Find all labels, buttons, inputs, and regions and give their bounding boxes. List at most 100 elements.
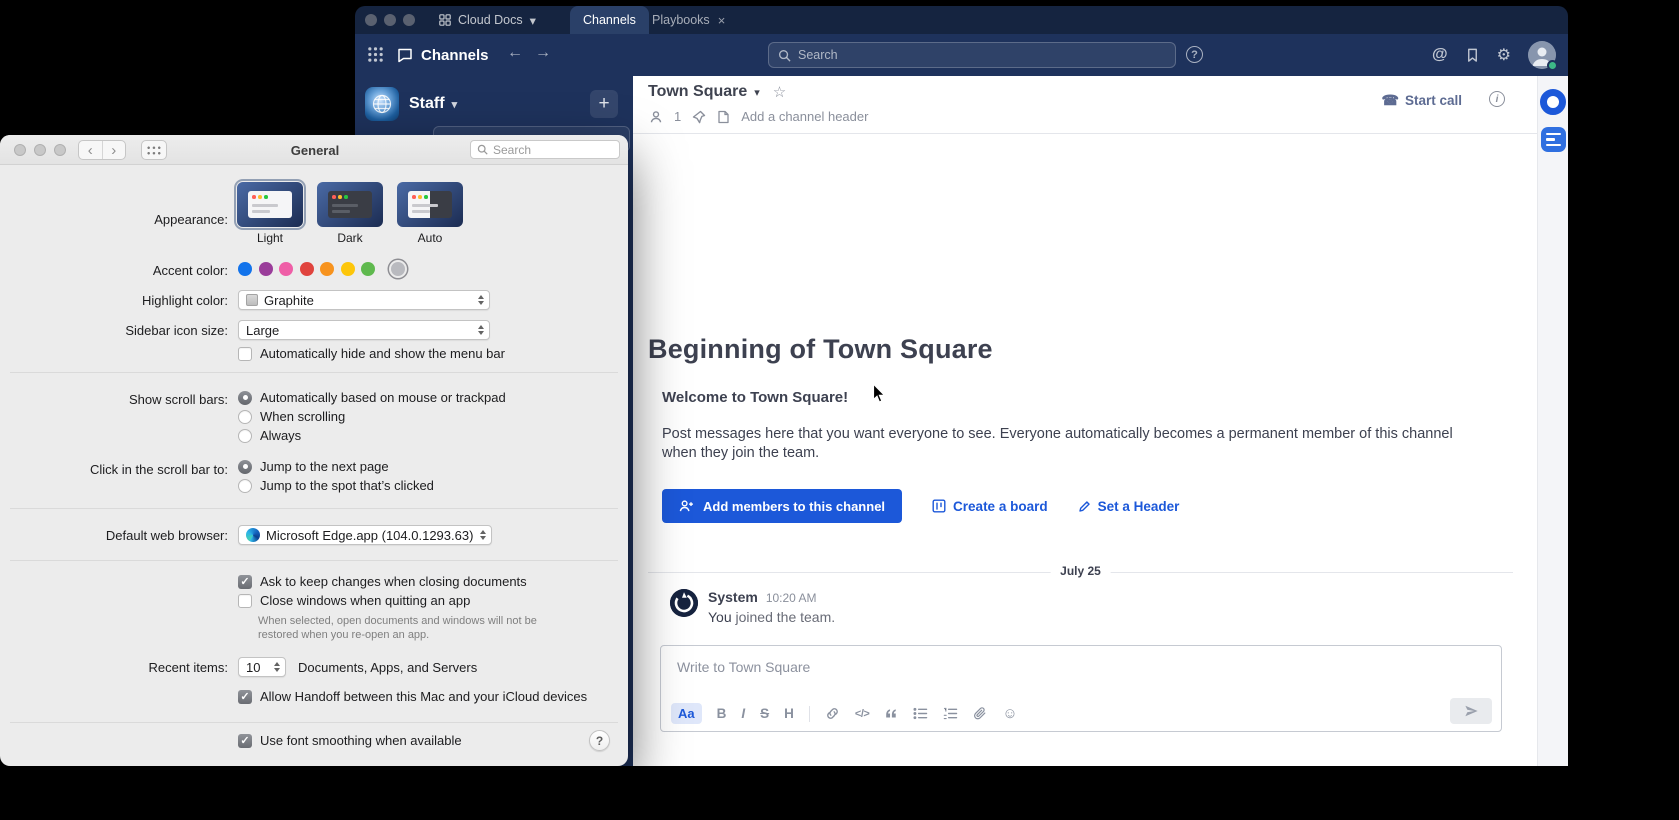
bullet-list-icon[interactable] [913, 707, 928, 720]
playbooks-app-icon[interactable] [1541, 127, 1566, 152]
recent-items-stepper[interactable]: 10 [238, 657, 286, 677]
edge-browser-icon [246, 528, 260, 542]
nav-forward-button[interactable]: › [103, 141, 126, 159]
ask-to-keep-changes-checkbox[interactable]: ✓ [238, 575, 252, 589]
help-button[interactable]: ? [589, 730, 610, 751]
attachment-paperclip-icon[interactable] [973, 706, 987, 721]
system-preferences-window: ‹ › General Search Appearance: [0, 135, 628, 766]
saved-posts-bookmark-icon[interactable] [1465, 47, 1480, 63]
help-icon[interactable]: ? [1186, 46, 1203, 63]
hide-menubar-checkbox[interactable] [238, 347, 252, 361]
channel-intro-body: Post messages here that you want everyon… [662, 425, 1480, 463]
sidebar-icon-size-select[interactable]: Large [238, 320, 490, 340]
minimize-window-button[interactable] [34, 144, 46, 156]
close-tab-icon[interactable]: × [718, 13, 726, 28]
message-author[interactable]: System [708, 589, 758, 605]
team-header[interactable]: Staff ▾ [365, 87, 457, 121]
close-window-button[interactable] [365, 14, 377, 26]
highlight-color-select[interactable]: Graphite [238, 290, 490, 310]
start-call-button[interactable]: ☎ Start call [1382, 92, 1462, 109]
server-name: Cloud Docs [458, 13, 523, 27]
channel-content: Beginning of Town Square Welcome to Town… [633, 134, 1537, 765]
scrollbars-auto-radio[interactable] [238, 391, 252, 405]
scrollclick-spot-radio[interactable] [238, 479, 252, 493]
appearance-auto-option[interactable] [397, 182, 463, 227]
accent-orange-swatch[interactable] [320, 262, 334, 276]
tab-playbooks[interactable]: Playbooks × [639, 6, 738, 34]
channel-info-icon[interactable]: i [1489, 91, 1505, 107]
channel-name[interactable]: Town Square [648, 83, 747, 101]
user-avatar[interactable] [1528, 41, 1556, 69]
message-timestamp: 10:20 AM [766, 591, 817, 605]
add-channel-button[interactable]: + [590, 90, 618, 118]
scrollbars-always-radio[interactable] [238, 429, 252, 443]
search-input[interactable]: Search [768, 42, 1176, 68]
scrollclick-next-page-radio[interactable] [238, 460, 252, 474]
app-tab-bar: Cloud Docs ▾ Channels Playbooks × [355, 6, 1568, 34]
pinned-posts-icon[interactable] [692, 110, 706, 124]
add-members-button[interactable]: Add members to this channel [662, 489, 902, 523]
accent-yellow-swatch[interactable] [341, 262, 355, 276]
strikethrough-button[interactable]: S [760, 706, 769, 721]
ordered-list-icon[interactable] [943, 707, 958, 720]
server-dropdown[interactable]: Cloud Docs ▾ [439, 6, 536, 34]
channel-intro-title: Beginning of Town Square [648, 334, 993, 365]
minimize-window-button[interactable] [384, 14, 396, 26]
history-back-icon[interactable]: ← [507, 44, 523, 62]
accent-graphite-swatch-selected[interactable] [391, 262, 405, 276]
settings-gear-icon[interactable]: ⚙ [1497, 45, 1511, 65]
zoom-window-button[interactable] [403, 14, 415, 26]
show-all-button[interactable] [141, 140, 167, 160]
chevron-down-icon[interactable]: ▾ [754, 86, 760, 99]
send-message-button[interactable] [1450, 698, 1492, 724]
member-count[interactable]: 1 [674, 109, 681, 124]
divider [10, 372, 618, 373]
scrollbars-when-scrolling-radio[interactable] [238, 410, 252, 424]
bold-button[interactable]: B [717, 706, 727, 721]
code-icon[interactable]: </> [855, 708, 869, 720]
members-icon[interactable] [649, 110, 663, 124]
add-channel-header-link[interactable]: Add a channel header [741, 109, 868, 124]
channel-main: Town Square ▾ ☆ 1 [633, 76, 1537, 766]
accent-red-swatch[interactable] [300, 262, 314, 276]
nav-back-button[interactable]: ‹ [79, 141, 103, 159]
accent-purple-swatch[interactable] [259, 262, 273, 276]
quote-icon[interactable] [884, 707, 898, 720]
grid-icon [146, 145, 162, 156]
favorite-star-icon[interactable]: ☆ [773, 83, 786, 101]
close-window-button[interactable] [14, 144, 26, 156]
composer-placeholder: Write to Town Square [677, 659, 810, 675]
appearance-light-label: Light [237, 231, 303, 245]
appearance-dark-option[interactable] [317, 182, 383, 227]
font-smoothing-checkbox[interactable]: ✓ [238, 734, 252, 748]
date-label[interactable]: July 25 [1050, 564, 1111, 578]
emoji-smiley-icon[interactable]: ☺ [1002, 705, 1017, 722]
graphite-swatch [246, 294, 258, 306]
accent-green-swatch[interactable] [361, 262, 375, 276]
set-header-button[interactable]: Set a Header [1078, 499, 1180, 514]
zoom-window-button[interactable] [54, 144, 66, 156]
create-board-button[interactable]: Create a board [932, 499, 1048, 514]
show-formatting-button[interactable]: Aa [671, 703, 702, 724]
italic-button[interactable]: I [741, 706, 745, 721]
chevron-down-icon: ▾ [530, 13, 536, 28]
team-name: Staff [409, 95, 445, 113]
channel-files-icon[interactable] [717, 110, 730, 124]
accent-pink-swatch[interactable] [279, 262, 293, 276]
message-composer[interactable]: Write to Town Square Aa B I S H [660, 645, 1502, 732]
boards-app-icon[interactable] [1540, 89, 1566, 115]
appearance-light-option[interactable] [237, 182, 303, 227]
accent-blue-swatch[interactable] [238, 262, 252, 276]
preferences-search-input[interactable]: Search [470, 140, 620, 159]
heading-button[interactable]: H [784, 706, 794, 721]
recent-items-row: 10 Documents, Apps, and Servers [238, 657, 477, 677]
at-mentions-icon[interactable]: @ [1432, 46, 1448, 64]
stepper-chevrons [269, 658, 285, 676]
default-browser-select[interactable]: Microsoft Edge.app (104.0.1293.63) [238, 525, 492, 545]
history-forward-icon[interactable]: → [535, 44, 551, 62]
close-windows-checkbox[interactable] [238, 594, 252, 608]
link-icon[interactable] [825, 706, 840, 721]
product-switcher-icon[interactable] [367, 46, 384, 63]
handoff-checkbox[interactable]: ✓ [238, 690, 252, 704]
tab-channels[interactable]: Channels [570, 6, 649, 34]
